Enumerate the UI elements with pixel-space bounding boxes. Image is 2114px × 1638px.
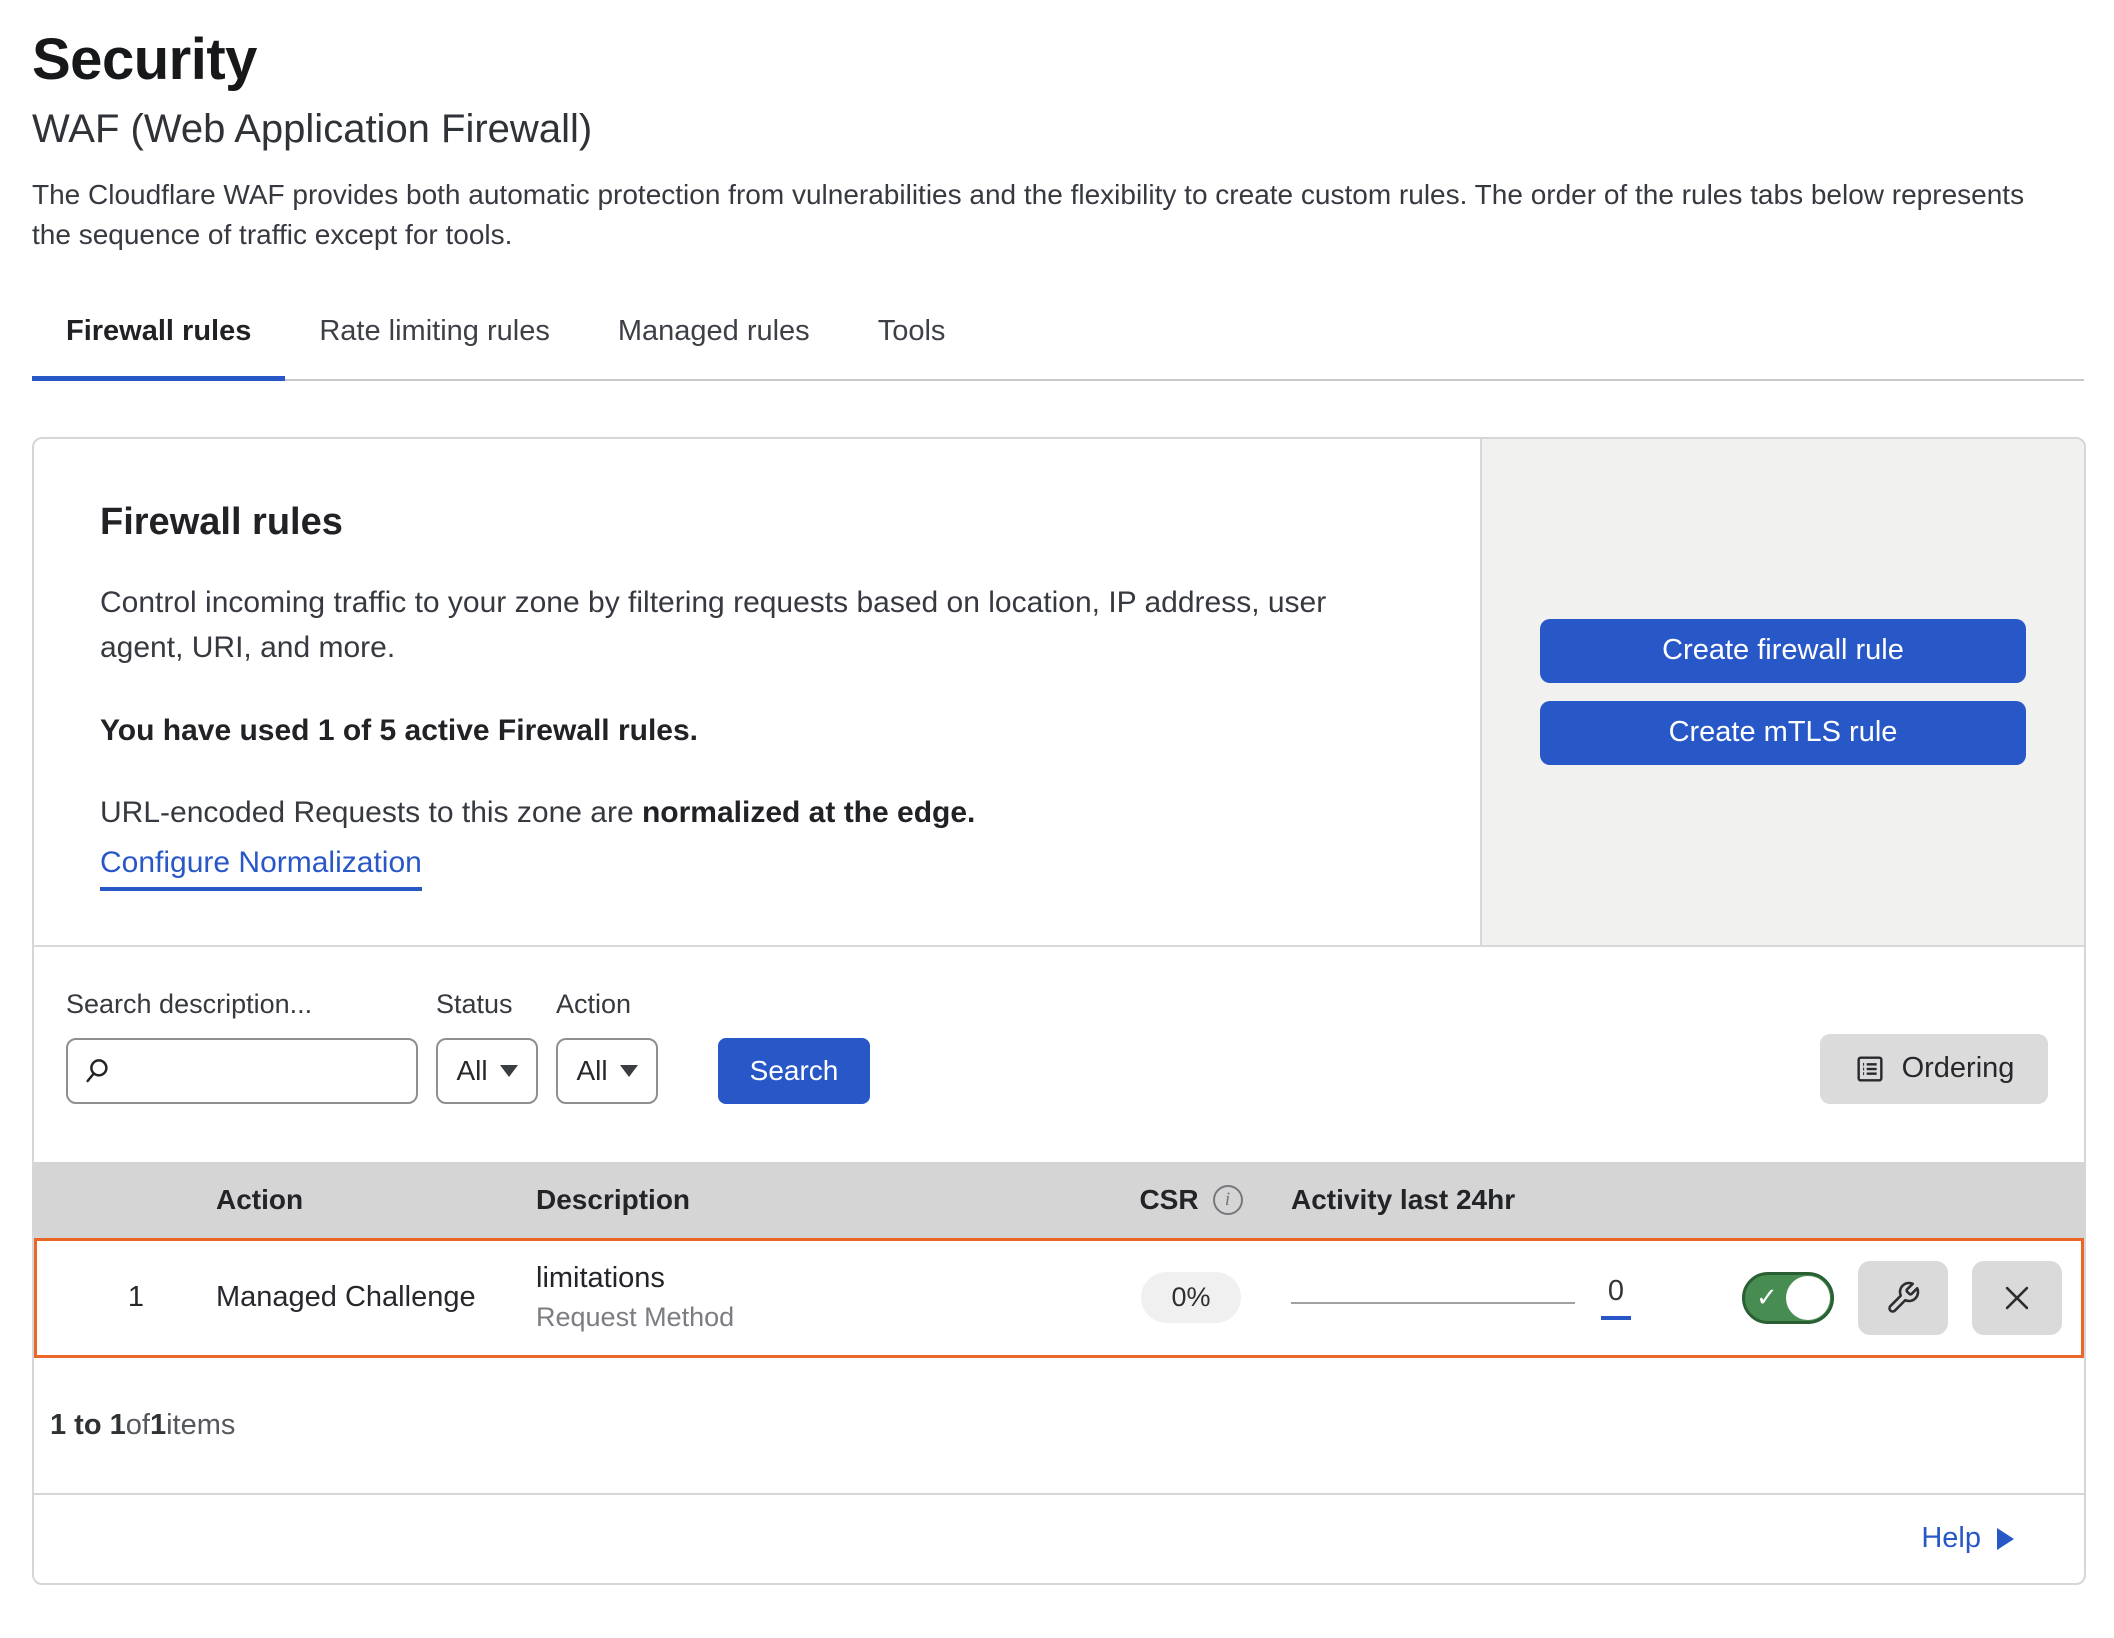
column-header-activity: Activity last 24hr [1291, 1184, 1731, 1216]
tab-tools[interactable]: Tools [844, 315, 980, 381]
column-header-csr: CSR i [1091, 1184, 1291, 1216]
filter-bar: Search description... Status All [34, 945, 2084, 1162]
help-link-label: Help [1921, 1522, 1981, 1555]
action-field-group: Action All [556, 989, 658, 1104]
ordering-button-label: Ordering [1902, 1052, 2015, 1085]
activity-sparkline [1291, 1302, 1575, 1304]
column-header-description: Description [536, 1184, 1091, 1216]
check-icon: ✓ [1756, 1282, 1778, 1313]
chevron-down-icon [500, 1065, 518, 1077]
csr-header-label: CSR [1139, 1184, 1198, 1216]
usage-summary: You have used 1 of 5 active Firewall rul… [100, 714, 1420, 748]
hero-heading: Firewall rules [100, 501, 1420, 544]
table-row: 1 Managed Challenge limitations Request … [34, 1238, 2084, 1358]
help-link[interactable]: Help [1921, 1522, 2014, 1555]
rules-table-header: Action Description CSR i Activity last 2… [34, 1162, 2084, 1238]
rule-description: limitations [536, 1262, 1091, 1295]
page-title: Security [32, 30, 2084, 91]
normalization-note-bold: normalized at the edge. [642, 796, 975, 829]
edit-rule-button[interactable] [1858, 1261, 1948, 1335]
configure-normalization-link[interactable]: Configure Normalization [100, 846, 422, 891]
status-field-group: Status All [436, 989, 538, 1104]
action-select[interactable]: All [556, 1038, 658, 1104]
hero-actions-panel: Create firewall rule Create mTLS rule [1480, 439, 2084, 945]
delete-rule-button[interactable] [1972, 1261, 2062, 1335]
create-mtls-rule-button[interactable]: Create mTLS rule [1540, 701, 2026, 765]
toggle-knob [1786, 1276, 1830, 1320]
page-subtitle: WAF (Web Application Firewall) [32, 107, 2084, 151]
pagination-total: 1 [150, 1409, 166, 1442]
rule-priority: 1 [56, 1281, 216, 1314]
pagination-items: items [166, 1409, 235, 1442]
pagination-range: 1 to 1 [50, 1409, 126, 1442]
help-bar: Help [34, 1495, 2084, 1583]
status-field-label: Status [436, 989, 538, 1020]
action-field-label: Action [556, 989, 658, 1020]
column-header-action: Action [216, 1184, 536, 1216]
normalization-note: URL-encoded Requests to this zone are no… [100, 796, 1420, 830]
firewall-rules-hero: Firewall rules Control incoming traffic … [34, 439, 2084, 945]
activity-count-link[interactable]: 0 [1601, 1275, 1631, 1320]
ordering-button[interactable]: Ordering [1820, 1034, 2048, 1104]
search-button[interactable]: Search [718, 1038, 870, 1104]
chevron-right-icon [1997, 1528, 2014, 1550]
rule-csr-badge: 0% [1141, 1272, 1240, 1323]
rule-action: Managed Challenge [216, 1281, 536, 1314]
tab-firewall-rules[interactable]: Firewall rules [32, 315, 285, 381]
wrench-icon [1885, 1280, 1921, 1316]
firewall-rules-card: Firewall rules Control incoming traffic … [32, 437, 2086, 1585]
action-select-value: All [576, 1055, 607, 1087]
rule-controls: ✓ [1731, 1261, 2062, 1335]
rule-description-sub: Request Method [536, 1302, 1091, 1333]
ordering-list-icon [1854, 1053, 1886, 1085]
status-select[interactable]: All [436, 1038, 538, 1104]
rule-activity-cell: 0 [1291, 1275, 1731, 1320]
status-select-value: All [456, 1055, 487, 1087]
close-icon [2000, 1281, 2034, 1315]
rule-enabled-toggle[interactable]: ✓ [1742, 1272, 1834, 1324]
pagination-summary: 1 to 1 of 1 items [34, 1358, 2084, 1495]
waf-tab-bar: Firewall rules Rate limiting rules Manag… [32, 315, 2084, 381]
search-icon [82, 1056, 112, 1086]
search-box [66, 1038, 418, 1104]
search-field-group: Search description... [66, 989, 418, 1104]
hero-text-panel: Firewall rules Control incoming traffic … [34, 439, 1480, 945]
pagination-of: of [126, 1409, 150, 1442]
tab-managed-rules[interactable]: Managed rules [584, 315, 844, 381]
normalization-note-text: URL-encoded Requests to this zone are [100, 796, 642, 829]
info-icon[interactable]: i [1213, 1185, 1243, 1215]
create-firewall-rule-button[interactable]: Create firewall rule [1540, 619, 2026, 683]
security-waf-page: Security WAF (Web Application Firewall) … [0, 0, 2114, 1585]
hero-description: Control incoming traffic to your zone by… [100, 580, 1410, 670]
rule-description-cell: limitations Request Method [536, 1262, 1091, 1333]
tab-rate-limiting-rules[interactable]: Rate limiting rules [285, 315, 583, 381]
search-field-label: Search description... [66, 989, 418, 1020]
page-description: The Cloudflare WAF provides both automat… [32, 175, 2042, 255]
search-input[interactable] [122, 1055, 402, 1086]
chevron-down-icon [620, 1065, 638, 1077]
